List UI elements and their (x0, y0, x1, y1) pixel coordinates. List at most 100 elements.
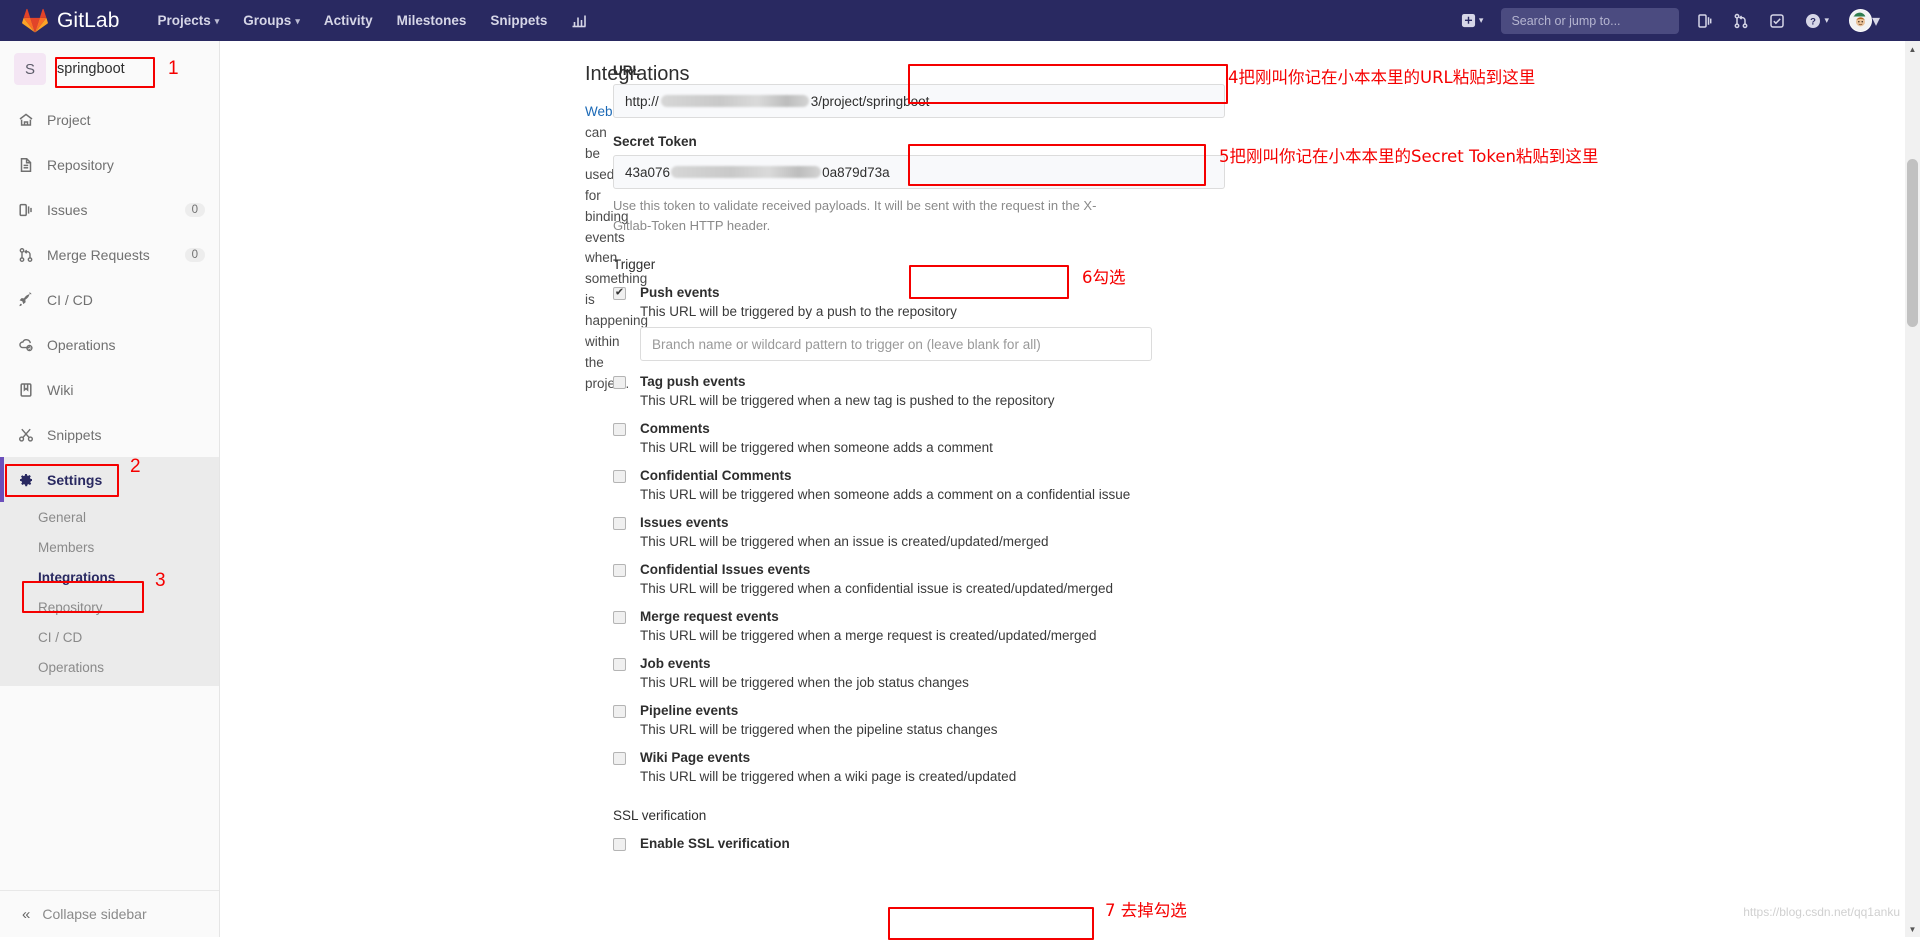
event-row-push-events[interactable]: Push events This URL will be triggered b… (613, 285, 1225, 361)
secret-value-suffix: 0a879d73a (822, 165, 890, 180)
event-row-wiki-page-events[interactable]: Wiki Page events This URL will be trigge… (613, 750, 1225, 784)
event-title: Comments (640, 421, 1225, 436)
event-row-pipeline-events[interactable]: Pipeline events This URL will be trigger… (613, 703, 1225, 737)
sidebar-subitem-integrations[interactable]: Integrations (0, 562, 219, 592)
event-description: This URL will be triggered when someone … (640, 487, 1225, 502)
secret-token-input[interactable]: 43a0760a879d73a (613, 155, 1225, 189)
event-description: This URL will be triggered when the pipe… (640, 722, 1225, 737)
nav-projects[interactable]: Projects ▾ (145, 0, 231, 41)
navbar-right: ▾ ? (1451, 0, 1920, 41)
page-scrollbar[interactable]: ▲ ▼ (1905, 41, 1920, 937)
sidebar-item-project[interactable]: Project (0, 97, 219, 142)
push-events-checkbox[interactable] (613, 287, 626, 300)
home-icon (17, 111, 34, 128)
chevron-double-left-icon: « (22, 906, 30, 923)
branch-filter-input[interactable] (640, 327, 1152, 361)
nav-projects-label: Projects (157, 13, 210, 28)
scroll-down-arrow[interactable]: ▼ (1905, 921, 1920, 937)
sidebar-item-wiki[interactable]: Wiki (0, 367, 219, 412)
sidebar-subitem-members[interactable]: Members (0, 532, 219, 562)
confidential-issues-events-checkbox[interactable] (613, 564, 626, 577)
sidebar-item-ci-cd[interactable]: CI / CD (0, 277, 219, 322)
url-label: URL (613, 63, 1225, 78)
scroll-up-arrow[interactable]: ▲ (1905, 41, 1920, 57)
event-row-enable-ssl-verification[interactable]: Enable SSL verification (613, 836, 1225, 851)
sidebar-subitem-repository[interactable]: Repository (0, 592, 219, 622)
sidebar-item-repository[interactable]: Repository (0, 142, 219, 187)
chevron-down-icon: ▾ (1824, 15, 1829, 26)
collapse-sidebar-button[interactable]: « Collapse sidebar (0, 890, 219, 937)
event-row-job-events[interactable]: Job events This URL will be triggered wh… (613, 656, 1225, 690)
chevron-down-icon: ▾ (215, 1, 220, 42)
event-row-merge-request-events[interactable]: Merge request events This URL will be tr… (613, 609, 1225, 643)
event-row-comments[interactable]: Comments This URL will be triggered when… (613, 421, 1225, 455)
event-description: This URL will be triggered when the job … (640, 675, 1225, 690)
nav-activity[interactable]: Activity (312, 0, 385, 41)
sidebar-subitem-general[interactable]: General (0, 502, 219, 532)
gear-icon (17, 471, 34, 488)
sidebar-item-label: Wiki (47, 382, 205, 398)
event-row-tag-push-events[interactable]: Tag push events This URL will be trigger… (613, 374, 1225, 408)
integrations-intro: Integrations Webhooks can be used for bi… (220, 63, 585, 851)
merge-request-events-checkbox[interactable] (613, 611, 626, 624)
sidebar-item-label: Project (47, 112, 205, 128)
nav-snippets[interactable]: Snippets (478, 0, 559, 41)
scrollbar-thumb[interactable] (1907, 159, 1918, 327)
issues-icon[interactable] (1687, 0, 1723, 41)
sidebar-item-merge-requests[interactable]: Merge Requests 0 (0, 232, 219, 277)
event-row-confidential-issues-events[interactable]: Confidential Issues events This URL will… (613, 562, 1225, 596)
event-description: This URL will be triggered when an issue… (640, 534, 1225, 549)
plus-square-icon[interactable]: ▾ (1451, 0, 1494, 41)
search-input[interactable] (1509, 13, 1674, 29)
sidebar-item-label: Snippets (47, 427, 205, 443)
sidebar-item-issues[interactable]: Issues 0 (0, 187, 219, 232)
event-title: Merge request events (640, 609, 1225, 624)
tag-push-events-checkbox[interactable] (613, 376, 626, 389)
sidebar-subitem-operations[interactable]: Operations (0, 652, 219, 682)
event-row-issues-events[interactable]: Issues events This URL will be triggered… (613, 515, 1225, 549)
main-content: Integrations Webhooks can be used for bi… (220, 41, 1910, 937)
book-icon (17, 381, 34, 398)
wiki-page-events-checkbox[interactable] (613, 752, 626, 765)
sidebar-item-operations[interactable]: Operations (0, 322, 219, 367)
help-icon[interactable]: ? ▾ (1795, 0, 1839, 41)
user-menu[interactable]: ▾ (1839, 9, 1886, 32)
url-value-prefix: http:// (625, 94, 659, 109)
job-events-checkbox[interactable] (613, 658, 626, 671)
event-title: Confidential Comments (640, 468, 1225, 483)
settings-subnav: General Members Integrations Repository … (0, 502, 219, 686)
merge-requests-icon[interactable] (1723, 0, 1759, 41)
issues-events-checkbox[interactable] (613, 517, 626, 530)
nav-milestones[interactable]: Milestones (385, 0, 479, 41)
secret-token-help: Use this token to validate received payl… (613, 196, 1123, 235)
todos-icon[interactable] (1759, 0, 1795, 41)
sidebar-subitem-ci-cd[interactable]: CI / CD (0, 622, 219, 652)
event-title: Wiki Page events (640, 750, 1225, 765)
gitlab-brand[interactable]: GitLab (0, 0, 131, 41)
event-row-confidential-comments[interactable]: Confidential Comments This URL will be t… (613, 468, 1225, 502)
ssl-title: Enable SSL verification (640, 836, 1225, 851)
nav-groups-label: Groups (243, 13, 291, 28)
sidebar-item-label: Operations (47, 337, 205, 353)
sidebar-project-header[interactable]: S springboot (0, 41, 219, 97)
sidebar-item-label: Merge Requests (47, 247, 185, 263)
event-title: Push events (640, 285, 1225, 300)
event-description: This URL will be triggered when a new ta… (640, 393, 1225, 408)
secret-token-group: Secret Token 43a0760a879d73a Use this to… (613, 134, 1225, 235)
collapse-sidebar-label: Collapse sidebar (42, 906, 146, 922)
sidebar-item-label: Settings (47, 472, 205, 488)
confidential-comments-checkbox[interactable] (613, 470, 626, 483)
search-box[interactable] (1501, 8, 1679, 34)
event-title: Issues events (640, 515, 1225, 530)
nav-groups[interactable]: Groups▾ (231, 0, 312, 41)
chart-icon[interactable] (559, 0, 599, 41)
url-redacted-mask (661, 95, 809, 107)
url-input[interactable]: http://3/project/springboot (613, 84, 1225, 118)
sidebar-item-snippets[interactable]: Snippets (0, 412, 219, 457)
sidebar-item-settings[interactable]: Settings (0, 457, 219, 502)
chevron-down-icon: ▾ (1479, 15, 1484, 26)
enable-ssl-verification-checkbox[interactable] (613, 838, 626, 851)
pipeline-events-checkbox[interactable] (613, 705, 626, 718)
comments-checkbox[interactable] (613, 423, 626, 436)
sidebar-item-label: Issues (47, 202, 185, 218)
